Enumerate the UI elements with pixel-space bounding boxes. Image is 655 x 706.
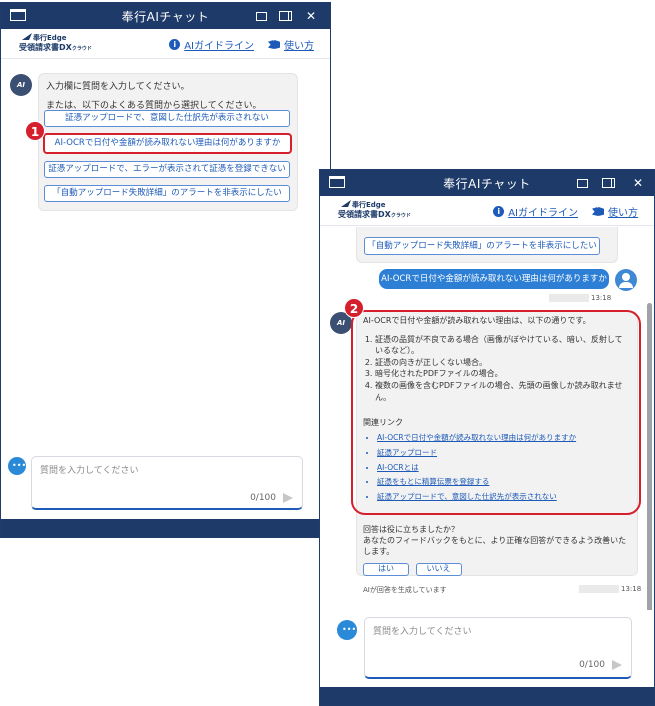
timestamp: 13:18 [591, 294, 612, 302]
send-icon[interactable] [612, 660, 622, 670]
char-counter: 0/100 [250, 493, 276, 503]
titlebar: 奉行AIチャット ✕ [1, 3, 330, 29]
popout-icon[interactable] [256, 12, 267, 21]
yes-button[interactable]: はい [363, 563, 409, 577]
feedback-section: 回答は役に立ちましたか？ あなたのフィードバックをもとに、より正確な回答ができる… [363, 525, 628, 577]
ai-guideline-link[interactable]: i AIガイドライン [493, 204, 578, 219]
how-to-use-link[interactable]: 使い方 [592, 204, 638, 219]
book-icon [592, 207, 604, 216]
ai-guideline-link[interactable]: i AIガイドライン [169, 37, 254, 52]
faq-button-3[interactable]: 証憑アップロードで、エラーが表示されて証憑を登録できない [44, 161, 290, 178]
input-area: ••• 質問を入力してください 0/100 [1, 449, 330, 521]
header-links: i AIガイドライン 使い方 [169, 37, 314, 52]
popout-icon[interactable] [577, 179, 588, 188]
chat-history: 「自動アップロード失敗詳細」のアラートを非表示にしたい AI-OCRで日付や金額… [320, 227, 654, 600]
bottom-bar [1, 519, 330, 537]
timestamp: 13:18 [621, 585, 642, 593]
logo-line2: 受領請求書DXクラウド [338, 210, 411, 219]
char-counter: 0/100 [579, 660, 605, 670]
info-icon: i [169, 39, 181, 50]
highlight-oval [351, 310, 641, 515]
chat-history: AI 入力欄に質問を入力してください。 または、以下のよくある質問から選択してく… [1, 60, 330, 447]
faq-button-4[interactable]: 「自動アップロード失敗詳細」のアラートを非表示にしたい [44, 185, 290, 202]
no-button[interactable]: いいえ [415, 563, 462, 577]
timestamp-placeholder [549, 294, 589, 302]
user-avatar [615, 269, 637, 291]
logo-line2: 受領請求書DXクラウド [19, 43, 92, 52]
user-message: AI-OCRで日付や金額が読み取れない理由は何がありますか [379, 269, 609, 289]
close-icon[interactable]: ✕ [629, 174, 647, 192]
timestamp-placeholder [579, 585, 619, 593]
chat-window-answer: 奉行AIチャット ✕ 奉行Edge 受領請求書DXクラウド i AIガイドライン … [319, 169, 655, 706]
step-badge-2: 2 [344, 298, 364, 318]
faq-button-1[interactable]: 証憑アップロードで、意図した仕訳先が表示されない [44, 110, 290, 127]
side-panel-icon[interactable] [279, 11, 292, 21]
how-to-use-link[interactable]: 使い方 [268, 37, 314, 52]
header-links: i AIガイドライン 使い方 [493, 204, 638, 219]
logo-bird-icon [22, 33, 32, 40]
bot-avatar: AI [10, 74, 32, 96]
close-icon[interactable]: ✕ [302, 7, 320, 25]
chat-bubble-icon: ••• [337, 620, 357, 640]
logo-bird-icon [341, 200, 351, 207]
step-badge-1: 1 [25, 121, 45, 141]
titlebar: 奉行AIチャット ✕ [320, 170, 654, 196]
faq-button-2[interactable]: AI-OCRで日付や金額が読み取れない理由は何がありますか [43, 133, 292, 154]
feedback-question: 回答は役に立ちましたか？ [363, 525, 459, 534]
question-input[interactable]: 質問を入力してください 0/100 [364, 617, 632, 679]
product-logo: 奉行Edge 受領請求書DXクラウド [19, 33, 97, 55]
send-icon[interactable] [283, 493, 293, 503]
ai-note: AIが回答を生成しています [363, 586, 447, 594]
feedback-description: あなたのフィードバックをもとに、より正確な回答ができるよう改善いたします。 [363, 535, 627, 556]
chat-header: 奉行Edge 受領請求書DXクラウド i AIガイドライン 使い方 [320, 196, 654, 226]
bottom-bar [320, 687, 654, 705]
book-icon [268, 40, 280, 49]
intro-line1: 入力欄に質問を入力してください。 [46, 82, 190, 92]
chat-bubble-icon: ••• [8, 457, 26, 475]
feedback-buttons: はい いいえ [363, 563, 628, 577]
chat-window-initial: 奉行AIチャット ✕ 奉行Edge 受領請求書DXクラウド i AIガイドライン … [0, 2, 331, 538]
faq-button-4[interactable]: 「自動アップロード失敗詳細」のアラートを非表示にしたい [364, 237, 600, 255]
input-area: ••• 質問を入力してください 0/100 [320, 610, 654, 688]
info-icon: i [493, 206, 505, 217]
product-logo: 奉行Edge 受領請求書DXクラウド [338, 200, 416, 222]
question-input[interactable]: 質問を入力してください 0/100 [31, 456, 303, 510]
side-panel-icon[interactable] [602, 178, 615, 188]
chat-header: 奉行Edge 受領請求書DXクラウド i AIガイドライン 使い方 [1, 29, 330, 59]
